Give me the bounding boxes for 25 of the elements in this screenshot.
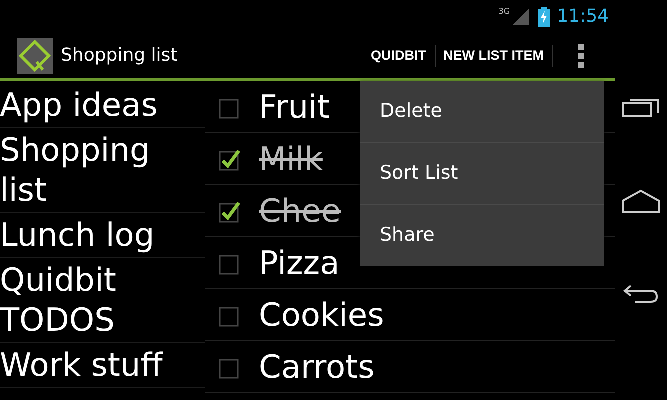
menu-item[interactable]: Sort List [360, 143, 604, 205]
item-text: Pizza [259, 244, 340, 282]
list-name[interactable]: Lunch log [0, 213, 205, 258]
item-text: Milk [259, 140, 323, 178]
item-text: Carrots [259, 348, 375, 386]
signal-icon [513, 8, 530, 24]
list-name[interactable]: Work stuff [0, 343, 205, 388]
battery-charging-icon [538, 6, 550, 26]
home-icon[interactable] [622, 188, 660, 213]
list-name[interactable]: Shopping list [0, 128, 205, 213]
action-bar-button[interactable]: QUIDBIT [363, 48, 434, 63]
app-title: Shopping list [61, 45, 178, 66]
item-text: Cookies [259, 296, 384, 334]
list-name[interactable]: App ideas [0, 83, 205, 128]
menu-item[interactable]: Delete [360, 81, 604, 143]
item-text: Chee [259, 192, 341, 230]
clock-time: 11:54 [557, 6, 609, 27]
action-bar-button[interactable]: NEW LIST ITEM [436, 48, 552, 63]
back-icon[interactable] [623, 284, 659, 304]
network-type-label: 3G [498, 7, 510, 16]
item-text: Fruit [259, 88, 330, 126]
list-name[interactable]: Quidbit TODOS [0, 258, 205, 343]
overflow-menu-icon[interactable] [578, 44, 584, 68]
menu-item[interactable]: Share [360, 205, 604, 266]
app-logo-icon[interactable] [17, 38, 53, 74]
